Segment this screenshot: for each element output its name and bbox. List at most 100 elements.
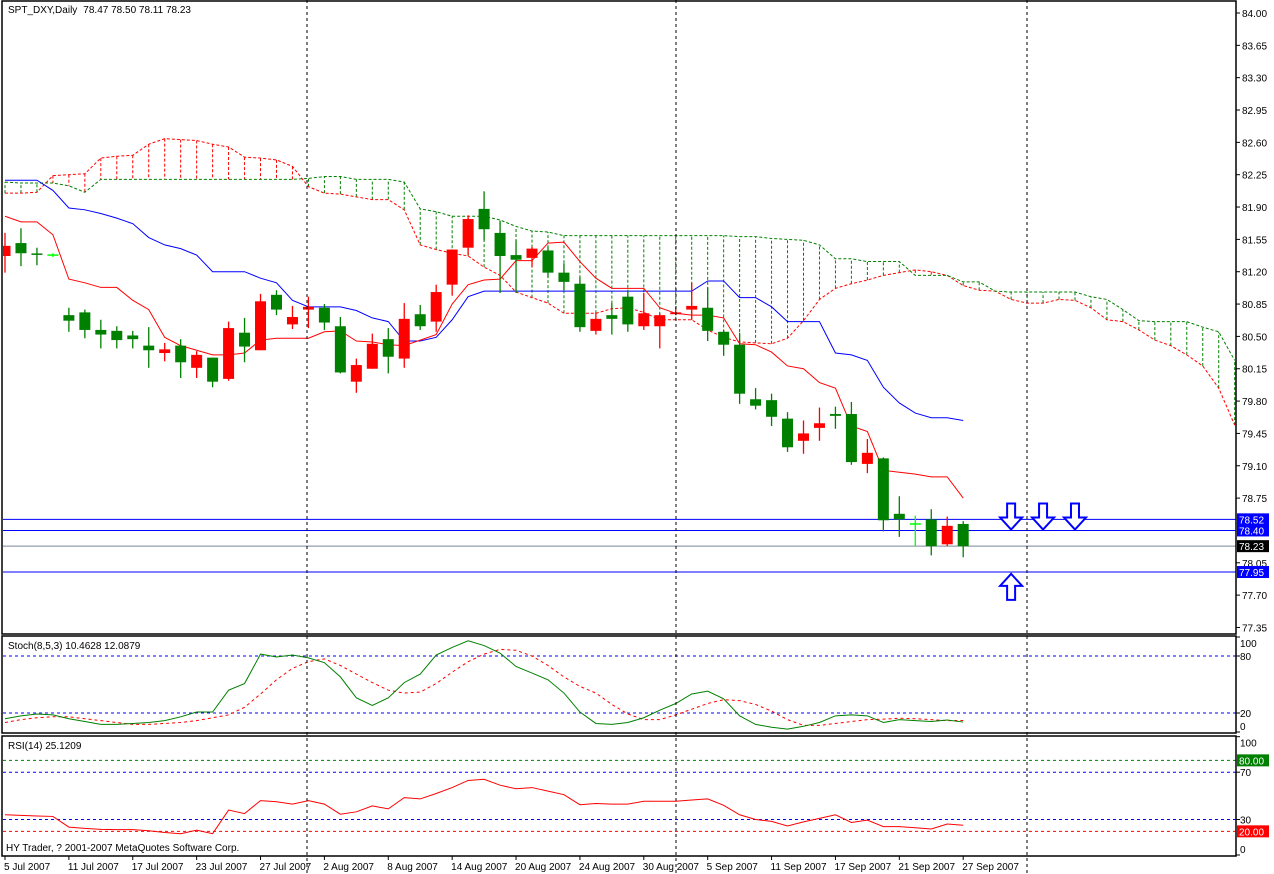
- candle-body: [606, 315, 618, 319]
- price-axis-label: 77.70: [1242, 591, 1267, 602]
- copyright-footer: HY Trader, ? 2001-2007 MetaQuotes Softwa…: [6, 843, 239, 854]
- candle-body: [766, 400, 778, 417]
- candle-body: [143, 345, 155, 351]
- candle-body: [255, 301, 267, 351]
- price-axis-label: 80.15: [1242, 365, 1267, 376]
- date-axis-label: 8 Aug 2007: [387, 862, 438, 873]
- candle-body: [494, 232, 506, 257]
- date-axis-label: 11 Sep 2007: [771, 862, 827, 873]
- candle-body: [941, 525, 953, 545]
- price-axis-label: 83.30: [1242, 74, 1267, 85]
- ohlc-readout: 78.47 78.50 78.11 78.23: [83, 5, 191, 16]
- stoch-axis-label: 100: [1240, 639, 1257, 650]
- candle-body: [798, 433, 809, 441]
- rsi-title: RSI(14) 25.1209: [8, 741, 82, 752]
- price-axis-label: 77.35: [1242, 623, 1267, 634]
- stoch-axis-label: 80: [1240, 652, 1252, 663]
- candle-body: [95, 329, 107, 335]
- candle[interactable]: [255, 293, 267, 351]
- date-axis-label: 5 Jul 2007: [4, 862, 51, 873]
- date-axis-label: 21 Sep 2007: [898, 862, 955, 873]
- candle[interactable]: [223, 321, 235, 381]
- rsi-axis-label: 30: [1240, 816, 1252, 827]
- candle-body: [478, 208, 490, 230]
- date-axis-label: 24 Aug 2007: [579, 862, 636, 873]
- candle-body: [15, 243, 27, 254]
- date-axis-label: 11 Jul 2007: [68, 862, 119, 873]
- candle-body: [207, 357, 219, 382]
- price-axis-label: 78.75: [1242, 494, 1267, 505]
- candle-body: [223, 328, 235, 379]
- candle-body: [430, 292, 442, 322]
- date-axis-label: 14 Aug 2007: [451, 862, 508, 873]
- candle-body: [654, 315, 666, 327]
- candle-body: [510, 255, 522, 260]
- candle-body: [318, 307, 330, 323]
- candle-body: [574, 283, 586, 328]
- candle-body: [542, 250, 554, 273]
- price-level-label: 78.40: [1239, 526, 1264, 537]
- candle-body: [398, 318, 410, 359]
- candle-body: [366, 343, 378, 369]
- rsi-level-label: 80.00: [1239, 756, 1264, 767]
- date-axis-label: 23 Jul 2007: [196, 862, 248, 873]
- date-axis-label: 27 Jul 2007: [260, 862, 312, 873]
- rsi-axis-label: 100: [1240, 739, 1257, 750]
- price-axis-label: 82.95: [1242, 106, 1267, 117]
- chart-background: [0, 0, 1274, 874]
- chart-title: SPT_DXY,Daily 78.47 78.50 78.11 78.23: [8, 5, 191, 16]
- candle-body: [63, 315, 75, 321]
- candle-body: [111, 330, 123, 341]
- candle-body: [590, 318, 602, 331]
- candle-body: [526, 248, 538, 258]
- date-axis-label: 2 Aug 2007: [323, 862, 374, 873]
- candle-body: [127, 335, 139, 340]
- candle-body: [334, 326, 346, 373]
- candle[interactable]: [574, 277, 586, 332]
- price-axis-label: 81.90: [1242, 203, 1267, 214]
- rsi-level-label: 20.00: [1239, 827, 1264, 838]
- price-axis-label: 79.45: [1242, 429, 1267, 440]
- candle-body: [782, 418, 794, 448]
- stoch-title: Stoch(8,5,3) 10.4628 12.0879: [8, 641, 141, 652]
- stoch-axis-label: 20: [1240, 709, 1252, 720]
- rsi-axis-label: 70: [1240, 768, 1252, 779]
- candle-body: [622, 296, 634, 325]
- candle-body: [462, 219, 474, 248]
- candle-body: [79, 312, 91, 330]
- date-axis-label: 30 Aug 2007: [643, 862, 700, 873]
- candle[interactable]: [877, 457, 889, 532]
- candle-body: [414, 314, 426, 327]
- trading-chart[interactable]: 84.00 83.65 83.30 82.95 82.60 82.25 81.90 81.55…: [0, 0, 1274, 874]
- price-axis-label: 82.60: [1242, 138, 1267, 149]
- candle-body: [286, 316, 298, 325]
- symbol-timeframe: SPT_DXY,Daily: [8, 5, 77, 16]
- rsi-axis-label: 0: [1240, 845, 1246, 856]
- price-axis-label: 79.80: [1242, 397, 1267, 408]
- candle-body: [829, 414, 841, 416]
- date-axis-label: 17 Sep 2007: [834, 862, 891, 873]
- candle-body: [957, 523, 969, 547]
- candle-body: [845, 414, 857, 463]
- candle-body: [925, 519, 937, 547]
- stoch-axis-label: 0: [1240, 722, 1246, 733]
- price-axis-label: 81.20: [1242, 268, 1267, 279]
- candle-body: [175, 345, 187, 363]
- candle-body: [382, 339, 394, 357]
- candle-body: [893, 513, 905, 520]
- price-axis-label: 80.85: [1242, 300, 1267, 311]
- date-axis-label: 20 Aug 2007: [515, 862, 572, 873]
- price-level-label: 77.95: [1239, 568, 1264, 579]
- candle-body: [877, 458, 889, 521]
- price-axis-label: 80.50: [1242, 332, 1267, 343]
- price-level-label: 78.23: [1239, 542, 1264, 553]
- date-axis-label: 27 Sep 2007: [962, 862, 1019, 873]
- price-axis-label: 83.65: [1242, 41, 1267, 52]
- candle-body: [446, 249, 458, 285]
- candle-body: [686, 305, 698, 310]
- candle-body: [558, 272, 570, 282]
- candle-body: [734, 344, 746, 394]
- candle-body: [350, 365, 362, 382]
- price-axis-label: 82.25: [1242, 171, 1267, 182]
- candle-body: [813, 423, 825, 428]
